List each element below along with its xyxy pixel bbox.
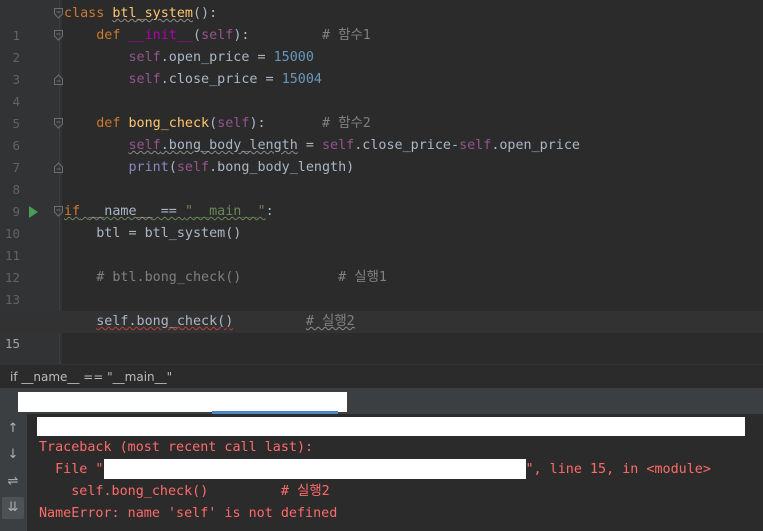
comment: # 함수2 xyxy=(322,116,371,131)
self-ref: self xyxy=(128,138,161,153)
line-number: 15 xyxy=(4,336,20,351)
console-text: self.bong_check() xyxy=(39,484,209,499)
fold-icon[interactable] xyxy=(54,8,63,19)
code-text: .open_price = xyxy=(160,50,274,65)
code-line[interactable]: 6 def bong_check(self): # 함수2 xyxy=(0,113,763,153)
breadcrumb[interactable]: if __name__ == "__main__" xyxy=(0,364,763,388)
code-text: .bong_body_length xyxy=(160,138,298,153)
function-name: __init__ xyxy=(128,28,194,43)
console-line: NameError: name 'self' is not defined xyxy=(39,506,338,521)
console-text: ", line 15, in <module> xyxy=(525,462,711,477)
code-line[interactable]: 13 # btl.bong_check() # 실행1 xyxy=(0,267,763,307)
self-ref: self xyxy=(128,72,161,87)
code-line[interactable]: 12 xyxy=(0,245,763,285)
run-icon[interactable] xyxy=(29,206,38,218)
fold-end-icon[interactable] xyxy=(54,162,63,173)
command-line-redacted xyxy=(37,417,745,436)
keyword: def xyxy=(96,116,121,131)
code-text: : xyxy=(265,204,274,219)
code-text: .bong_body_length) xyxy=(209,160,355,175)
fold-end-icon[interactable] xyxy=(54,74,63,85)
code-text: ( xyxy=(209,116,218,131)
self-ref: self xyxy=(128,50,161,65)
code-text: == xyxy=(152,204,185,219)
comment: # btl.bong_check() xyxy=(96,270,242,285)
string: "__main__" xyxy=(184,204,266,219)
keyword: if xyxy=(64,204,81,219)
builtin: print xyxy=(128,160,169,175)
number: 15004 xyxy=(281,72,322,87)
code-line[interactable]: 7 self.bong_body_length = self.close_pri… xyxy=(0,135,763,175)
code-editor[interactable]: 1 class btl_system(): 2 def __init__(sel… xyxy=(0,0,763,364)
code-line[interactable]: 14 xyxy=(0,289,763,329)
self-ref: self xyxy=(459,138,492,153)
arrow-up-icon[interactable]: ↑ xyxy=(2,418,24,440)
breadcrumb-item[interactable]: if __name__ == "__main__" xyxy=(10,370,172,384)
keyword: def xyxy=(96,28,121,43)
function-name: bong_check xyxy=(128,116,210,131)
code-line-current[interactable]: 15 self.bong_check() # 실행2 xyxy=(0,311,763,351)
run-console[interactable]: ↑ ↓ ⇌ ⇊ Traceback (most recent call last… xyxy=(0,414,763,531)
code-text: = xyxy=(297,138,322,153)
console-line: File " ", line 15, in <module> xyxy=(39,459,711,481)
self-ref: self xyxy=(176,160,210,175)
console-text: File " xyxy=(39,462,104,477)
code-text: ): xyxy=(249,116,266,131)
code-text: btl = btl_system() xyxy=(96,226,242,241)
keyword: class xyxy=(64,6,105,21)
comment: # 실행2 xyxy=(305,314,355,329)
self-param: self xyxy=(201,28,234,43)
fold-icon[interactable] xyxy=(54,206,63,217)
code-line[interactable]: 10 if __name__ == "__main__": xyxy=(0,201,763,241)
code-line[interactable]: 9 xyxy=(0,179,763,219)
code-text: self.bong_check() xyxy=(96,314,234,329)
code-line[interactable]: 11 btl = btl_system() xyxy=(0,223,763,263)
code-text: (): xyxy=(193,6,218,21)
code-text: .close_price- xyxy=(354,138,460,153)
comment: # 함수1 xyxy=(322,28,371,43)
code-text: ( xyxy=(168,160,177,175)
code-line[interactable]: 5 xyxy=(0,91,763,131)
console-line: Traceback (most recent call last): xyxy=(39,440,314,455)
code-text: ( xyxy=(193,28,202,43)
number: 15000 xyxy=(273,50,314,65)
self-ref: self xyxy=(322,138,355,153)
scroll-to-end-icon[interactable]: ⇊ xyxy=(2,497,24,519)
console-text: # 실행2 xyxy=(280,484,330,499)
code-line[interactable]: 1 class btl_system(): xyxy=(0,3,763,43)
comment: # 실행1 xyxy=(338,270,387,285)
code-text: .open_price xyxy=(491,138,580,153)
arrow-down-icon[interactable]: ↓ xyxy=(2,444,24,466)
code-text: ): xyxy=(233,28,250,43)
code-line[interactable]: 3 self.open_price = 15000 xyxy=(0,47,763,87)
run-tab-redacted[interactable] xyxy=(18,392,347,412)
console-toolbar: ↑ ↓ ⇌ ⇊ xyxy=(0,414,27,531)
code-line[interactable]: 2 def __init__(self): # 함수1 xyxy=(0,25,763,65)
code-line[interactable]: 8 print(self.bong_body_length) xyxy=(0,157,763,197)
code-text: __name__ xyxy=(88,204,153,219)
code-text: .close_price = xyxy=(160,72,282,87)
self-param: self xyxy=(217,116,250,131)
run-tool-window-header xyxy=(0,388,763,414)
fold-icon[interactable] xyxy=(54,118,63,129)
class-name: btl_system xyxy=(112,6,193,21)
soft-wrap-icon[interactable]: ⇌ xyxy=(2,471,24,493)
fold-icon[interactable] xyxy=(54,30,63,41)
code-line[interactable]: 4 self.close_price = 15004 xyxy=(0,69,763,109)
console-line: self.bong_check() # 실행2 xyxy=(39,481,330,503)
file-path-redacted[interactable] xyxy=(103,459,526,479)
